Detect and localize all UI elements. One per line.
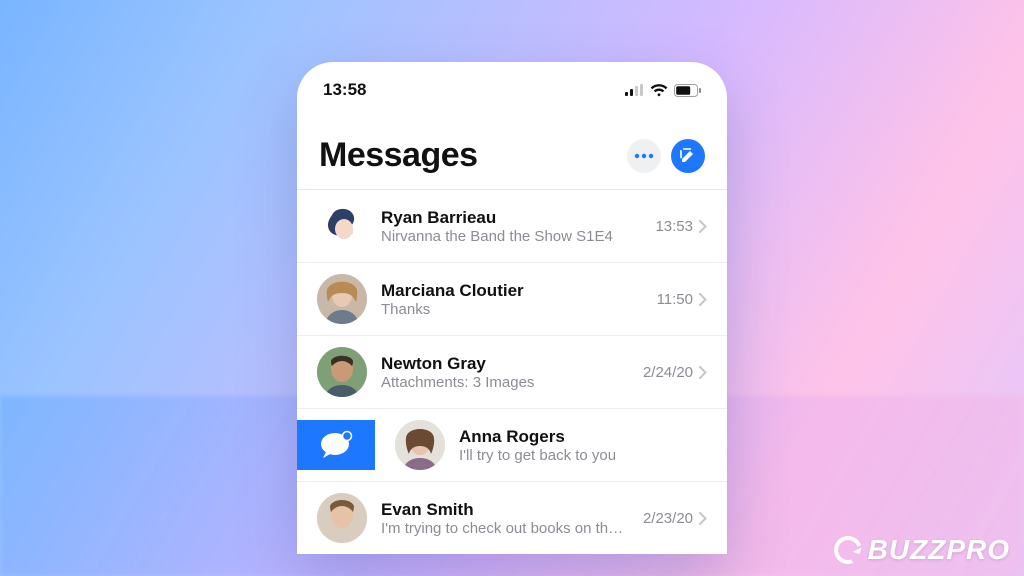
thread-meta: 2/23/20 — [643, 510, 707, 527]
watermark-logo-icon — [829, 531, 866, 568]
watermark-text: BUZZPRO — [868, 534, 1010, 566]
thread-name: Evan Smith — [381, 500, 629, 520]
thread-meta: 13:53 — [655, 218, 707, 235]
thread-preview: I'll try to get back to you — [459, 447, 707, 464]
compose-icon — [679, 147, 697, 165]
thread-text: Anna Rogers I'll try to get back to you — [459, 427, 707, 464]
watermark: BUZZPRO — [834, 534, 1010, 566]
status-bar: 13:58 — [297, 62, 727, 106]
thread-meta: 11:50 — [657, 291, 707, 308]
chat-bubble-icon — [319, 430, 353, 460]
thread-preview: I'm trying to check out books on the lib… — [381, 520, 629, 537]
page-title: Messages — [319, 136, 617, 175]
status-time: 13:58 — [323, 80, 366, 100]
compose-button[interactable] — [671, 139, 705, 173]
thread-name: Newton Gray — [381, 354, 629, 374]
more-icon — [634, 153, 654, 159]
thread-time: 13:53 — [655, 218, 693, 235]
thread-name: Ryan Barrieau — [381, 208, 641, 228]
thread-name: Anna Rogers — [459, 427, 707, 447]
avatar — [317, 274, 367, 324]
chevron-right-icon — [699, 366, 707, 379]
header: Messages — [297, 106, 727, 189]
swipe-action-mark-unread[interactable] — [297, 420, 375, 470]
thread-text: Marciana Cloutier Thanks — [381, 281, 643, 318]
chevron-right-icon — [699, 293, 707, 306]
wifi-icon — [650, 84, 668, 97]
chevron-right-icon — [699, 220, 707, 233]
thread-time: 11:50 — [657, 291, 693, 308]
thread-time: 2/24/20 — [643, 364, 693, 381]
avatar — [317, 201, 367, 251]
phone-frame: 13:58 Messages Ryan Barrieau Nirvanna th… — [297, 62, 727, 554]
thread-row[interactable]: Marciana Cloutier Thanks 11:50 — [297, 263, 727, 336]
thread-time: 2/23/20 — [643, 510, 693, 527]
chevron-right-icon — [699, 512, 707, 525]
signal-icon — [625, 84, 644, 96]
thread-row[interactable]: Anna Rogers I'll try to get back to you — [297, 409, 727, 482]
thread-meta: 2/24/20 — [643, 364, 707, 381]
thread-preview: Nirvanna the Band the Show S1E4 — [381, 228, 641, 245]
thread-name: Marciana Cloutier — [381, 281, 643, 301]
thread-preview: Attachments: 3 Images — [381, 374, 629, 391]
thread-row[interactable]: Ryan Barrieau Nirvanna the Band the Show… — [297, 190, 727, 263]
more-button[interactable] — [627, 139, 661, 173]
battery-icon — [674, 84, 701, 97]
avatar — [317, 347, 367, 397]
thread-text: Evan Smith I'm trying to check out books… — [381, 500, 629, 537]
thread-text: Ryan Barrieau Nirvanna the Band the Show… — [381, 208, 641, 245]
status-icons — [625, 84, 701, 97]
avatar — [317, 493, 367, 543]
thread-preview: Thanks — [381, 301, 643, 318]
thread-row[interactable]: Newton Gray Attachments: 3 Images 2/24/2… — [297, 336, 727, 409]
thread-text: Newton Gray Attachments: 3 Images — [381, 354, 629, 391]
avatar — [395, 420, 445, 470]
thread-row[interactable]: Evan Smith I'm trying to check out books… — [297, 482, 727, 554]
